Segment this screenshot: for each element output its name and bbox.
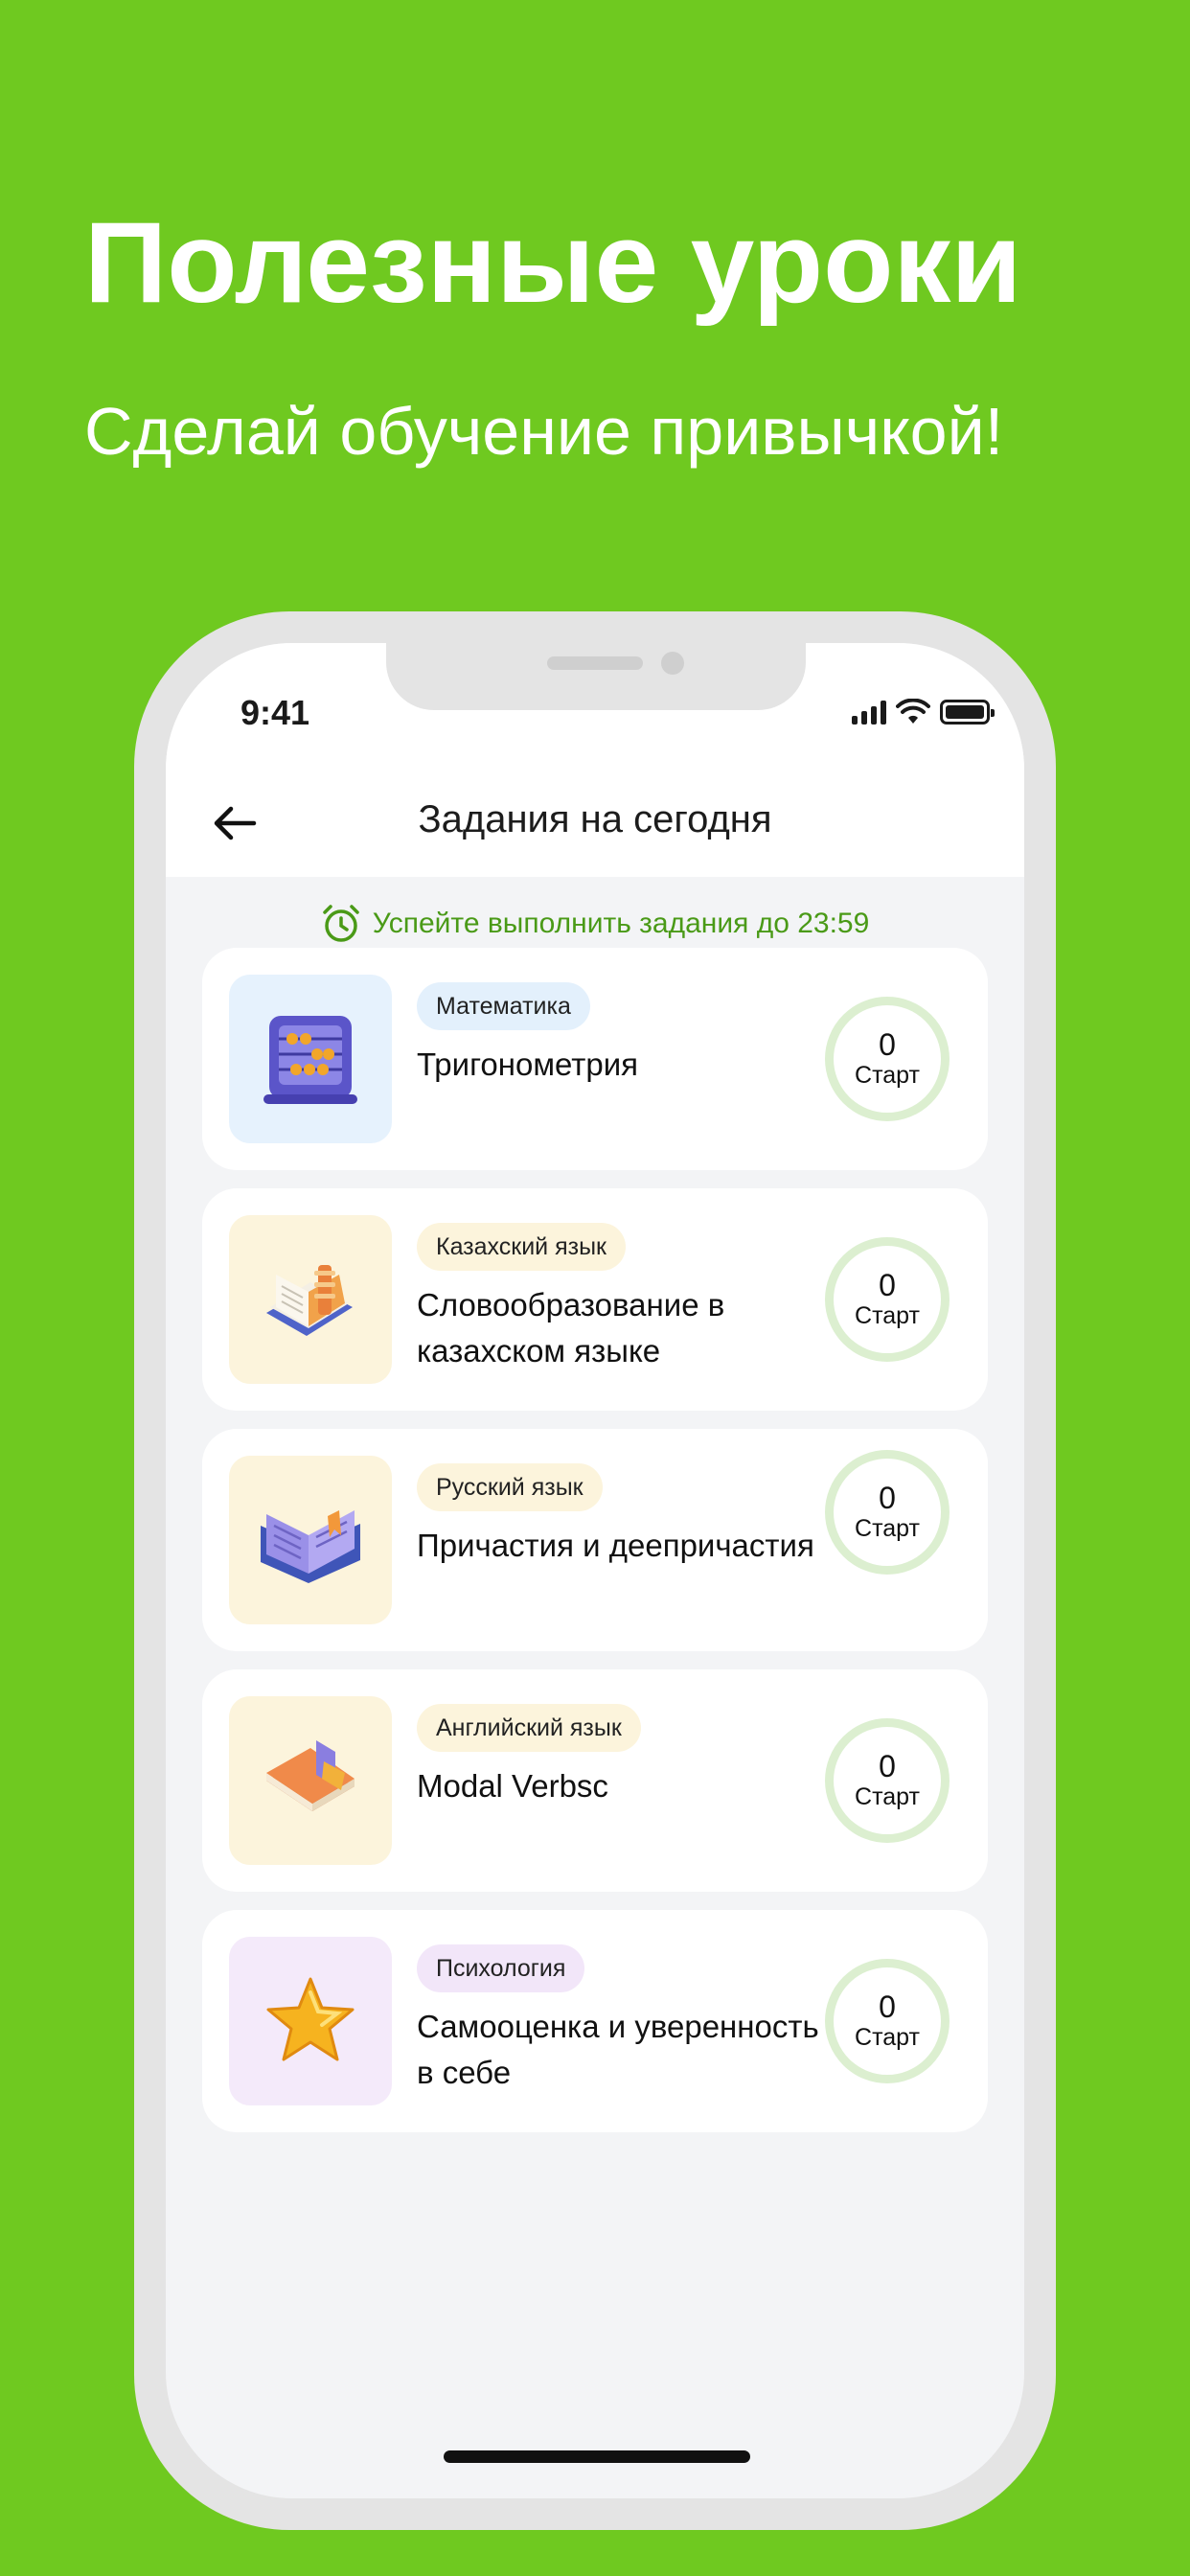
home-indicator[interactable] <box>444 2450 750 2463</box>
front-camera <box>661 652 684 675</box>
header-title: Задания на сегодня <box>418 798 772 840</box>
deadline-notice: Успейте выполнить задания до 23:59 <box>166 904 1024 944</box>
abacus-icon <box>263 1016 357 1104</box>
counter-value: 0 <box>879 1268 896 1302</box>
lesson-card-math[interactable]: Математика Тригонометрия 0 Старт <box>202 948 988 1170</box>
lesson-thumb <box>229 1696 392 1865</box>
lesson-title: Причастия и деепричастия <box>417 1528 814 1563</box>
start-label: Старт <box>855 1783 920 1810</box>
lesson-thumb <box>229 1215 392 1384</box>
lesson-card-english[interactable]: Английский язык Modal Verbsc 0 Старт <box>202 1669 988 1892</box>
notebook-icon <box>266 1265 353 1336</box>
status-bar: 9:41 <box>166 643 1024 770</box>
start-counter[interactable]: 0 Старт <box>825 1959 950 2083</box>
battery-icon <box>940 700 995 724</box>
subject-tag: Казахский язык <box>417 1223 626 1271</box>
start-label: Старт <box>855 1302 920 1329</box>
promo-subtitle: Сделай обучение привычкой! <box>84 394 1004 469</box>
counter-value: 0 <box>879 1990 896 2024</box>
star-icon <box>266 1977 355 2061</box>
promo-title: Полезные уроки <box>84 198 1022 327</box>
start-counter[interactable]: 0 Старт <box>825 997 950 1121</box>
start-counter[interactable]: 0 Старт <box>825 1237 950 1362</box>
lesson-thumb <box>229 975 392 1143</box>
deadline-text: Успейте выполнить задания до 23:59 <box>372 908 870 939</box>
lesson-title: Словообразование в казахском языке <box>417 1287 725 1368</box>
subject-tag: Математика <box>417 982 590 1030</box>
wifi-icon <box>896 699 930 724</box>
start-counter[interactable]: 0 Старт <box>825 1718 950 1843</box>
lesson-title: Тригонометрия <box>417 1046 639 1082</box>
lesson-card-psychology[interactable]: Психология Самооценка и уверенность в се… <box>202 1910 988 2132</box>
notch <box>386 643 806 710</box>
screen-header: Задания на сегодня <box>166 770 1024 877</box>
status-time: 9:41 <box>240 693 310 732</box>
start-counter[interactable]: 0 Старт <box>825 1450 950 1575</box>
lesson-card-russian[interactable]: Русский язык Причастия и деепричастия 0 … <box>202 1429 988 1651</box>
subject-tag: Русский язык <box>417 1463 603 1511</box>
subject-tag: Английский язык <box>417 1704 641 1752</box>
lesson-thumb <box>229 1937 392 2105</box>
start-label: Старт <box>855 1515 920 1542</box>
counter-value: 0 <box>879 1481 896 1515</box>
open-book-icon <box>261 1510 360 1583</box>
lesson-card-kazakh[interactable]: Казахский язык Словообразование в казахс… <box>202 1188 988 1411</box>
counter-value: 0 <box>879 1749 896 1783</box>
system-icons <box>852 693 995 731</box>
lesson-thumb <box>229 1456 392 1624</box>
lesson-title: Modal Verbsc <box>417 1768 608 1804</box>
closed-book-icon <box>266 1740 355 1811</box>
phone-screen: 9:41 Задания на сегодня Успейте выполнит… <box>166 643 1024 2498</box>
counter-value: 0 <box>879 1027 896 1062</box>
start-label: Старт <box>855 1062 920 1089</box>
lesson-title: Самооценка и уверенность в себе <box>417 2009 819 2090</box>
signal-icon <box>852 700 886 724</box>
subject-tag: Психология <box>417 1944 585 1992</box>
alarm-clock-icon <box>322 905 359 942</box>
start-label: Старт <box>855 2024 920 2051</box>
phone-frame: 9:41 Задания на сегодня Успейте выполнит… <box>134 611 1056 2530</box>
speaker <box>547 656 643 670</box>
